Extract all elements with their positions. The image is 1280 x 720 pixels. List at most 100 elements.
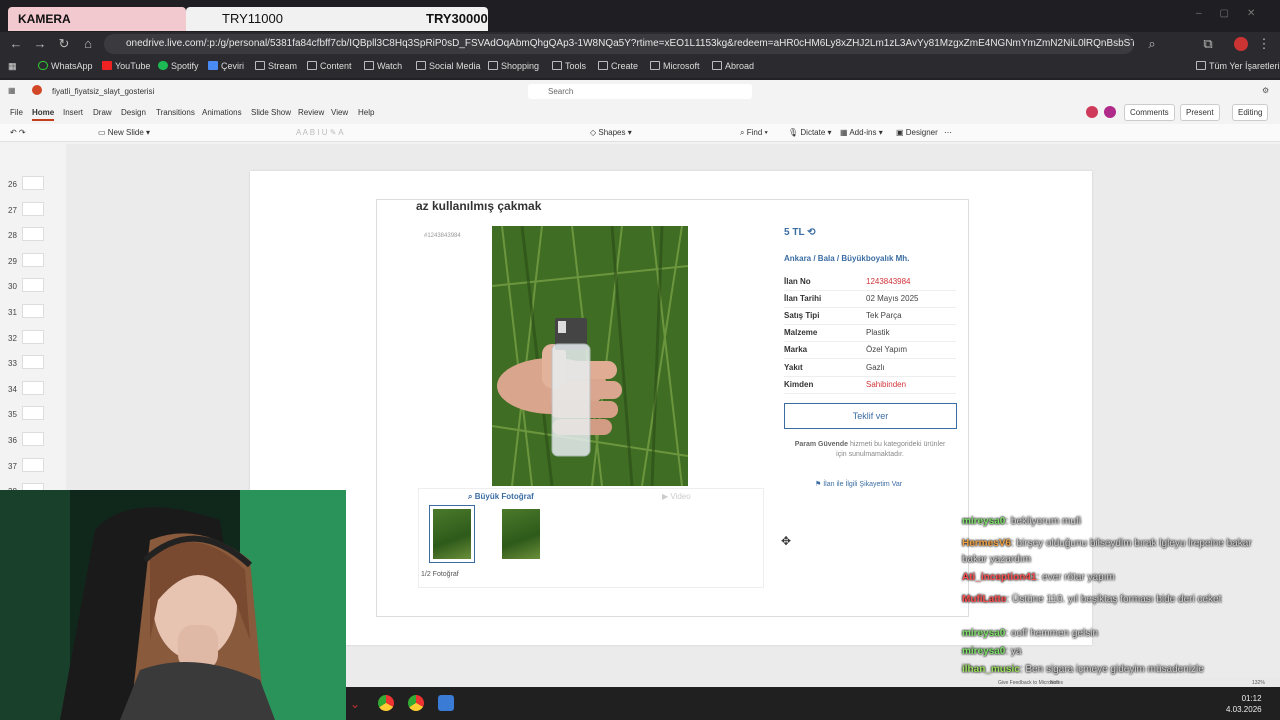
bookmark-youtube[interactable]: YouTube bbox=[102, 61, 150, 71]
reload-icon[interactable]: ↻ bbox=[56, 36, 72, 52]
slide-thumbnail[interactable]: 34 bbox=[8, 380, 44, 395]
slide-thumbnail[interactable]: 26 bbox=[8, 176, 44, 190]
forward-icon[interactable]: → bbox=[32, 36, 48, 52]
bookmark-watch[interactable]: Watch bbox=[364, 61, 402, 71]
slide-thumbnail[interactable]: 28 bbox=[8, 227, 44, 242]
bookmark-shopping[interactable]: Shopping bbox=[488, 61, 539, 71]
location-city[interactable]: Ankara bbox=[784, 254, 811, 263]
video-tab[interactable]: ▶ Video bbox=[662, 492, 691, 501]
chat-username[interactable]: MufiLatte bbox=[962, 594, 1006, 605]
bookmark-all[interactable]: Tüm Yer İşaretleri bbox=[1196, 61, 1280, 71]
menu-review[interactable]: Review bbox=[298, 108, 324, 117]
menu-icon[interactable]: ⋮ bbox=[1256, 36, 1272, 52]
waffle-icon[interactable]: ▦ bbox=[8, 86, 16, 95]
find-button[interactable]: ⌕ Find ▾ bbox=[740, 128, 768, 138]
app-icon-blue[interactable] bbox=[438, 695, 454, 711]
menu-design[interactable]: Design bbox=[121, 108, 146, 117]
collab-avatar-1[interactable] bbox=[1086, 106, 1098, 118]
collab-avatar-2[interactable] bbox=[1104, 106, 1116, 118]
designer-button[interactable]: ▣ Designer bbox=[896, 128, 938, 137]
photo-thumbnail-1[interactable] bbox=[429, 505, 475, 563]
zoom-icon[interactable]: ⌕ bbox=[1144, 36, 1160, 52]
menu-draw[interactable]: Draw bbox=[93, 108, 112, 117]
slide-number: 26 bbox=[8, 180, 17, 189]
menu-help[interactable]: Help bbox=[358, 108, 374, 117]
detail-value: 1243843984 bbox=[866, 277, 911, 286]
chat-username[interactable]: HermesV6 bbox=[962, 538, 1011, 549]
bookmark-abroad[interactable]: Abroad bbox=[712, 61, 754, 71]
app-icon-1[interactable]: ⌄ bbox=[350, 697, 360, 711]
menu-home[interactable]: Home bbox=[32, 108, 55, 121]
notes-button[interactable]: Notes bbox=[1050, 680, 1063, 686]
bookmark-whatsapp[interactable]: WhatsApp bbox=[38, 61, 93, 71]
chrome-icon-2[interactable] bbox=[408, 695, 424, 711]
slide-thumbnail[interactable]: 30 bbox=[8, 278, 44, 293]
history-icon[interactable]: ⟲ bbox=[807, 227, 815, 238]
menu-slide-show[interactable]: Slide Show bbox=[251, 108, 291, 117]
slide-thumbnail[interactable]: 29 bbox=[8, 252, 44, 267]
bookmark-social-media[interactable]: Social Media bbox=[416, 61, 481, 71]
back-icon[interactable]: ← bbox=[8, 36, 24, 52]
extensions-icon[interactable]: ⧉ bbox=[1200, 36, 1216, 52]
slide-number: 36 bbox=[8, 436, 17, 445]
menu-file[interactable]: File bbox=[10, 108, 23, 117]
present-button[interactable]: Present bbox=[1180, 104, 1220, 121]
menu-view[interactable]: View bbox=[331, 108, 348, 117]
chat-username[interactable]: mireysa0 bbox=[962, 516, 1005, 527]
photo-thumbnail-2[interactable] bbox=[502, 509, 540, 559]
slide-thumbnail[interactable]: 31 bbox=[8, 304, 44, 318]
system-clock[interactable]: 01:12 4.03.2026 bbox=[1226, 693, 1262, 715]
url-input[interactable]: onedrive.live.com/:p:/g/personal/5381fa8… bbox=[104, 34, 1134, 54]
slide-thumbnail[interactable]: 32 bbox=[8, 329, 44, 344]
slide-thumbnail[interactable]: 37 bbox=[8, 457, 44, 472]
slide-thumbnail[interactable]: 36 bbox=[8, 432, 44, 446]
file-name[interactable]: fiyatli_fiyatsiz_slayt_gosterisi bbox=[52, 87, 154, 96]
slide-thumbnail[interactable]: 27 bbox=[8, 201, 44, 216]
more-options-icon[interactable]: ⋯ bbox=[944, 128, 952, 137]
editing-button[interactable]: Editing bbox=[1232, 104, 1269, 121]
chat-username[interactable]: mireysa0 bbox=[962, 646, 1005, 657]
listing-title: az kullanılmış çakmak bbox=[416, 199, 542, 213]
chat-username[interactable]: Ati_inception41 bbox=[962, 572, 1036, 583]
dictate-button[interactable]: 🎙 Dictate ▾ bbox=[788, 128, 832, 137]
chat-username[interactable]: mireysa0 bbox=[962, 628, 1005, 639]
settings-icon[interactable]: ⚙ bbox=[1262, 86, 1269, 95]
search-input[interactable]: Search bbox=[528, 84, 752, 99]
detail-value: Plastik bbox=[866, 328, 890, 338]
bookmark-spotify[interactable]: Spotify bbox=[158, 61, 199, 71]
slide-thumbnail[interactable]: 35 bbox=[8, 406, 44, 421]
param-guvende-link[interactable]: Param Güvende bbox=[795, 441, 848, 448]
chat-username[interactable]: ilhan_music bbox=[962, 664, 1020, 675]
new-slide-button[interactable]: ▭ New Slide ▾ bbox=[98, 128, 150, 137]
slide-thumbnail[interactable]: 33 bbox=[8, 355, 44, 370]
location-district[interactable]: Bala bbox=[818, 254, 835, 263]
comments-button[interactable]: Comments bbox=[1124, 104, 1175, 121]
apps-icon[interactable]: ▦ bbox=[8, 61, 17, 72]
zoom-level[interactable]: 132% bbox=[1252, 680, 1265, 686]
location-neighborhood[interactable]: Büyükboyalık Mh. bbox=[841, 254, 909, 263]
addins-button[interactable]: ▦ Add-ins ▾ bbox=[840, 128, 883, 137]
home-icon[interactable]: ⌂ bbox=[80, 36, 96, 52]
menu-animations[interactable]: Animations bbox=[202, 108, 242, 117]
slide-number: 31 bbox=[8, 308, 17, 317]
offer-button[interactable]: Teklif ver bbox=[784, 403, 957, 429]
powerpoint-logo-icon bbox=[32, 85, 42, 95]
profile-avatar[interactable] bbox=[1234, 37, 1248, 51]
bookmark-microsoft[interactable]: Microsoft bbox=[650, 61, 700, 71]
undo-icon[interactable]: ↶ ↷ bbox=[10, 128, 26, 137]
bookmark-tools[interactable]: Tools bbox=[552, 61, 586, 71]
bookmark-stream[interactable]: Stream bbox=[255, 61, 297, 71]
bookmark-ceviri[interactable]: Çeviri bbox=[208, 61, 244, 71]
report-link[interactable]: ⚑ İlan ile İlgili Şikayetim Var bbox=[815, 480, 902, 488]
shapes-button[interactable]: ◇ Shapes ▾ bbox=[590, 128, 632, 137]
chrome-icon[interactable] bbox=[378, 695, 394, 711]
bookmark-create[interactable]: Create bbox=[598, 61, 638, 71]
tab-kamera[interactable]: KAMERA bbox=[8, 7, 186, 31]
window-controls[interactable]: –▢✕ bbox=[1196, 8, 1273, 19]
font-format-icons[interactable]: A A B I U ✎ A bbox=[296, 128, 344, 137]
bookmark-content[interactable]: Content bbox=[307, 61, 352, 71]
big-photo-tab[interactable]: ⌕ Büyük Fotoğraf bbox=[468, 492, 534, 502]
menu-transitions[interactable]: Transitions bbox=[156, 108, 195, 117]
tab-try[interactable]: TRY11000 TRY30000 bbox=[186, 7, 488, 31]
menu-insert[interactable]: Insert bbox=[63, 108, 83, 117]
